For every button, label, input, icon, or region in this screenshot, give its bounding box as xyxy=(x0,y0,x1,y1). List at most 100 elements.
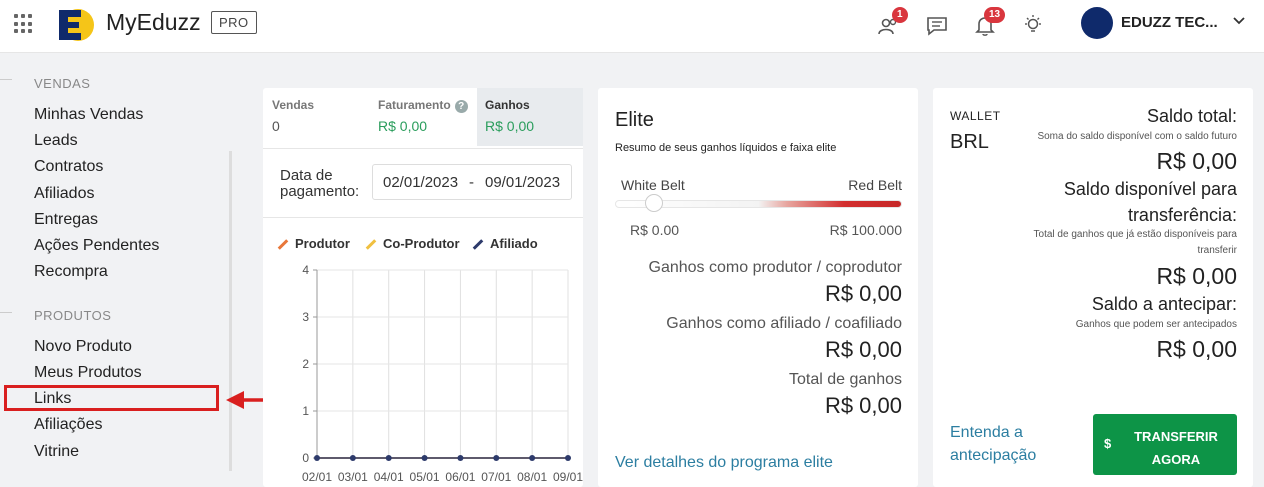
legend-produtor[interactable]: Produtor xyxy=(277,236,350,251)
help-icon[interactable]: ? xyxy=(454,100,468,113)
chart-data-point xyxy=(493,455,500,461)
saldo-disponivel-label-line1: Saldo disponível para xyxy=(1063,179,1237,199)
earnings-chart: 0 1 2 3 4 02/01 03/01 04/01 05/01 06/01 07/01 08/01… xyxy=(302,263,583,484)
tab-ganhos-label: Ganhos xyxy=(485,98,530,112)
divider xyxy=(0,79,12,80)
date-end: 09/01/2023 xyxy=(485,174,561,191)
plan-badge: PRO xyxy=(211,11,257,34)
date-range-input[interactable]: 02/01/2023 - 09/01/2023 xyxy=(372,164,572,200)
chart-y-tick-label: 1 xyxy=(302,404,309,418)
earnings-total-value: R$ 0,00 xyxy=(824,393,902,418)
sidebar-item-novo-produto[interactable]: Novo Produto xyxy=(34,338,132,356)
tab-faturamento-label: Faturamento xyxy=(378,98,451,112)
tab-vendas[interactable]: Vendas 0 xyxy=(263,88,370,146)
lightbulb-icon[interactable] xyxy=(1020,12,1046,38)
chart-x-tick-label: 09/01 xyxy=(553,470,583,484)
elite-subtitle: Resumo de seus ganhos líquidos e faixa e… xyxy=(615,142,837,154)
apps-grid-icon[interactable] xyxy=(14,14,34,34)
brand-name[interactable]: MyEduzz xyxy=(106,9,201,36)
sidebar-item-acoes-pendentes[interactable]: Ações Pendentes xyxy=(34,237,159,255)
sidebar-item-meus-produtos[interactable]: Meus Produtos xyxy=(34,364,142,382)
sidebar: VENDAS Minhas Vendas Leads Contratos Afi… xyxy=(0,53,240,487)
transfer-now-button[interactable]: $ TRANSFERIR AGORA xyxy=(1093,414,1237,475)
dollar-icon: $ xyxy=(1104,436,1112,451)
elite-card: Elite Resumo de seus ganhos líquidos e f… xyxy=(598,88,918,487)
elite-title: Elite xyxy=(615,109,654,131)
sidebar-item-vitrine[interactable]: Vitrine xyxy=(34,443,79,461)
entenda-antecipacao-line2: antecipação xyxy=(950,447,1037,464)
legend-label: Produtor xyxy=(295,236,350,251)
divider xyxy=(263,217,583,218)
sidebar-item-leads[interactable]: Leads xyxy=(34,132,78,150)
chevron-down-icon[interactable] xyxy=(1232,14,1246,28)
earnings-stats-card: Vendas 0 Faturamento? R$ 0,00 Ganhos R$ … xyxy=(263,88,583,487)
belt-progress-knob xyxy=(645,194,663,212)
sidebar-section-vendas: VENDAS xyxy=(34,76,91,91)
earnings-affiliate-value: R$ 0,00 xyxy=(824,337,902,362)
chart-x-tick-label: 02/01 xyxy=(302,470,332,484)
chart-data-point xyxy=(457,455,464,461)
saldo-total-value: R$ 0,00 xyxy=(1156,148,1237,174)
wallet-card: WALLET BRL Saldo total: Soma do saldo di… xyxy=(933,88,1253,487)
belt-right-label: Red Belt xyxy=(848,177,902,193)
chart-x-tick-label: 05/01 xyxy=(410,470,440,484)
belt-max-value: R$ 100.000 xyxy=(829,222,902,238)
date-label: Data de pagamento: xyxy=(280,167,360,200)
legend-label: Co-Produtor xyxy=(383,236,460,251)
saldo-disponivel-label-line2: transferência: xyxy=(1127,205,1237,225)
notifications-badge: 13 xyxy=(984,7,1006,23)
saldo-antecipar-desc: Ganhos que podem ser antecipados xyxy=(1075,319,1237,330)
top-bar: MyEduzz PRO 1 13 EDUZZ TEC... xyxy=(0,0,1264,53)
legend-swatch xyxy=(277,239,289,250)
sidebar-item-afiliacoes[interactable]: Afiliações xyxy=(34,416,102,434)
sidebar-item-minhas-vendas[interactable]: Minhas Vendas xyxy=(34,106,143,124)
user-avatar[interactable] xyxy=(1081,7,1113,39)
sidebar-item-afiliados[interactable]: Afiliados xyxy=(34,185,94,203)
elite-details-link[interactable]: Ver detalhes do programa elite xyxy=(615,454,833,472)
chart-x-tick-label: 06/01 xyxy=(445,470,475,484)
legend-afiliado[interactable]: Afiliado xyxy=(472,236,538,251)
chart-x-tick-label: 07/01 xyxy=(481,470,511,484)
legend-co-produtor[interactable]: Co-Produtor xyxy=(365,236,460,251)
sidebar-item-recompra[interactable]: Recompra xyxy=(34,263,108,281)
saldo-total-desc: Soma do saldo disponível com o saldo fut… xyxy=(1037,131,1237,142)
saldo-total-label: Saldo total: xyxy=(1146,106,1237,126)
user-name[interactable]: EDUZZ TEC... xyxy=(1121,14,1218,31)
divider xyxy=(263,148,583,149)
chat-icon[interactable] xyxy=(924,12,950,38)
wallet-label: WALLET xyxy=(950,109,1001,123)
sidebar-item-contratos[interactable]: Contratos xyxy=(34,158,103,176)
wallet-currency: BRL xyxy=(950,131,989,153)
entenda-antecipacao-link[interactable]: Entenda a antecipação xyxy=(950,421,1070,467)
chart-y-tick-label: 2 xyxy=(302,357,309,371)
eduzz-logo[interactable] xyxy=(55,5,95,45)
saldo-disponivel-value: R$ 0,00 xyxy=(1156,263,1237,289)
chart-y-tick-label: 3 xyxy=(302,310,309,324)
chart-x-tick-label: 03/01 xyxy=(338,470,368,484)
entenda-antecipacao-line1: Entenda a xyxy=(950,424,1023,441)
earnings-total-label: Total de ganhos xyxy=(789,371,902,388)
chart-data-point xyxy=(385,455,392,461)
date-separator: - xyxy=(469,174,474,191)
chart-data-point xyxy=(421,455,428,461)
tab-faturamento[interactable]: Faturamento? R$ 0,00 xyxy=(370,88,477,146)
tab-vendas-value: 0 xyxy=(272,118,280,134)
chart-x-tick-label: 08/01 xyxy=(517,470,547,484)
legend-swatch xyxy=(472,239,484,250)
sidebar-scrollbar[interactable] xyxy=(229,151,232,471)
chart-y-tick-label: 4 xyxy=(302,263,309,277)
earnings-producer-label: Ganhos como produtor / coprodutor xyxy=(648,259,902,276)
tab-ganhos-value: R$ 0,00 xyxy=(485,118,535,134)
tab-ganhos[interactable]: Ganhos R$ 0,00 xyxy=(477,88,583,146)
transfer-button-line2: AGORA xyxy=(1151,452,1201,467)
tab-vendas-label: Vendas xyxy=(272,98,315,112)
earnings-affiliate-label: Ganhos como afiliado / coafiliado xyxy=(666,315,902,332)
sidebar-section-produtos: PRODUTOS xyxy=(34,308,112,323)
belt-min-value: R$ 0.00 xyxy=(630,222,680,238)
saldo-antecipar-value: R$ 0,00 xyxy=(1156,336,1237,362)
saldo-disponivel-desc-line2: transferir xyxy=(1197,245,1237,256)
affiliates-badge: 1 xyxy=(892,7,908,23)
sidebar-item-entregas[interactable]: Entregas xyxy=(34,211,98,229)
links-highlight-box xyxy=(4,385,219,411)
divider xyxy=(0,312,12,313)
